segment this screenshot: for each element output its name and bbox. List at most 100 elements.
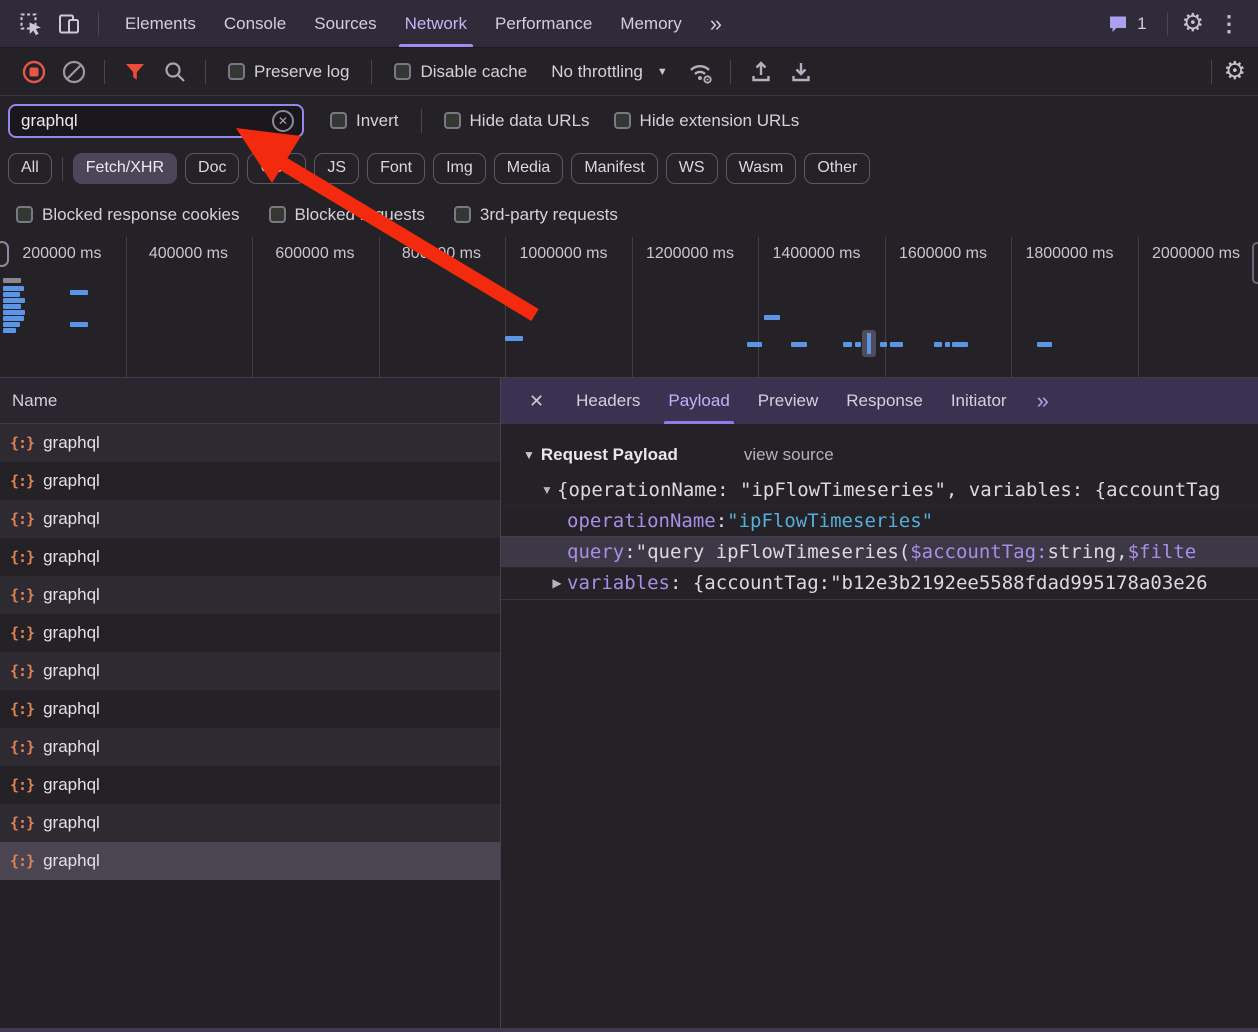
- view-source-link[interactable]: view source: [744, 445, 834, 465]
- table-row[interactable]: {:}graphql: [0, 690, 500, 728]
- timeline-scroll-handle[interactable]: [1252, 242, 1258, 284]
- request-payload-section[interactable]: ▼ Request Payload view source: [501, 436, 1258, 474]
- filter-chip-css[interactable]: CSS: [247, 153, 306, 184]
- blocked-response-cookies-checkbox[interactable]: [16, 206, 33, 223]
- filter-funnel-icon[interactable]: [117, 54, 153, 90]
- payload-row[interactable]: operationName: "ipFlowTimeseries": [501, 505, 1258, 536]
- filter-chip-doc[interactable]: Doc: [185, 153, 239, 184]
- timeline-bar[interactable]: [843, 342, 852, 347]
- filter-chip-js[interactable]: JS: [314, 153, 359, 184]
- tab-memory[interactable]: Memory: [606, 0, 695, 47]
- hide-data-urls-label: Hide data URLs: [470, 111, 590, 131]
- payload-row[interactable]: query: "query ipFlowTimeseries($accountT…: [501, 536, 1258, 567]
- network-conditions-icon[interactable]: [682, 54, 718, 90]
- 3rd-party-requests-checkbox[interactable]: [454, 206, 471, 223]
- timeline-bar[interactable]: [1037, 342, 1052, 347]
- timeline-bar[interactable]: [3, 328, 16, 333]
- filter-chip-fetch-xhr[interactable]: Fetch/XHR: [73, 153, 177, 184]
- table-row[interactable]: {:}graphql: [0, 766, 500, 804]
- device-toolbar-icon[interactable]: [52, 7, 86, 41]
- invert-checkbox[interactable]: [330, 112, 347, 129]
- timeline-bar[interactable]: [3, 298, 25, 303]
- timeline-bar[interactable]: [952, 342, 968, 347]
- record-network-log-icon[interactable]: [16, 54, 52, 90]
- timeline-left-grip[interactable]: [0, 241, 9, 267]
- timeline-bar[interactable]: [3, 316, 24, 321]
- detail-tab-headers[interactable]: Headers: [562, 378, 654, 424]
- table-row[interactable]: {:}graphql: [0, 576, 500, 614]
- table-row[interactable]: {:}graphql: [0, 728, 500, 766]
- more-detail-tabs-icon[interactable]: »: [1029, 388, 1055, 414]
- tab-console[interactable]: Console: [210, 0, 300, 47]
- tab-network[interactable]: Network: [391, 0, 481, 47]
- detail-tab-response[interactable]: Response: [832, 378, 937, 424]
- timeline-bar[interactable]: [791, 342, 807, 347]
- tab-sources[interactable]: Sources: [300, 0, 390, 47]
- export-har-icon[interactable]: [783, 54, 819, 90]
- payload-preview-row[interactable]: ▼ {operationName: "ipFlowTimeseries", va…: [501, 474, 1258, 505]
- table-row[interactable]: {:}graphql: [0, 842, 500, 880]
- timeline-bar[interactable]: [3, 310, 25, 315]
- table-row[interactable]: {:}graphql: [0, 538, 500, 576]
- table-row[interactable]: {:}graphql: [0, 462, 500, 500]
- clear-network-log-icon[interactable]: [56, 54, 92, 90]
- more-panels-icon[interactable]: »: [700, 11, 730, 37]
- disable-cache-checkbox[interactable]: [394, 63, 411, 80]
- table-row[interactable]: {:}graphql: [0, 804, 500, 842]
- timeline-bar[interactable]: [764, 315, 780, 320]
- filter-chip-font[interactable]: Font: [367, 153, 425, 184]
- timeline-bar[interactable]: [3, 292, 20, 297]
- filter-chip-all[interactable]: All: [8, 153, 52, 184]
- timeline-bar[interactable]: [3, 278, 21, 283]
- tab-performance[interactable]: Performance: [481, 0, 606, 47]
- tab-elements[interactable]: Elements: [111, 0, 210, 47]
- divider: [205, 60, 206, 84]
- throttling-select[interactable]: No throttling ▼: [551, 62, 668, 82]
- resource-type-filter-row: All Fetch/XHR Doc CSS JS Font Img MediaManifest…: [0, 145, 1258, 192]
- timeline-bar[interactable]: [505, 336, 523, 341]
- filter-input[interactable]: [21, 111, 272, 131]
- detail-tab-preview[interactable]: Preview: [744, 378, 832, 424]
- issues-button[interactable]: 1: [1100, 12, 1152, 36]
- hide-data-urls-checkbox[interactable]: [444, 112, 461, 129]
- payload-row[interactable]: ▶variables: {accountTag: "b12e3b2192ee55…: [501, 567, 1258, 598]
- hide-extension-urls-checkbox[interactable]: [614, 112, 631, 129]
- timeline-bar[interactable]: [880, 342, 887, 347]
- filter-input-wrapper: ✕: [8, 104, 304, 138]
- table-row[interactable]: {:}graphql: [0, 424, 500, 462]
- kebab-menu-icon[interactable]: ⋮: [1210, 13, 1248, 35]
- filter-chip-media[interactable]: Media: [494, 153, 564, 184]
- timeline-bar[interactable]: [945, 342, 950, 347]
- name-column-header[interactable]: Name: [0, 378, 500, 424]
- table-row[interactable]: {:}graphql: [0, 500, 500, 538]
- timeline-bar[interactable]: [70, 290, 88, 295]
- table-row[interactable]: {:}graphql: [0, 614, 500, 652]
- table-row[interactable]: {:}graphql: [0, 652, 500, 690]
- import-har-icon[interactable]: [743, 54, 779, 90]
- search-icon[interactable]: [157, 54, 193, 90]
- timeline-bar[interactable]: [934, 342, 942, 347]
- filter-chip-img[interactable]: Img: [433, 153, 486, 184]
- clear-filter-icon[interactable]: ✕: [272, 110, 294, 132]
- detail-tab-payload[interactable]: Payload: [654, 378, 743, 424]
- filter-chip-wasm[interactable]: Wasm: [726, 153, 797, 184]
- settings-gear-icon[interactable]: ⚙: [1182, 11, 1204, 36]
- preserve-log-checkbox[interactable]: [228, 63, 245, 80]
- network-settings-gear-icon[interactable]: ⚙: [1224, 59, 1246, 84]
- detail-tab-initiator[interactable]: Initiator: [937, 378, 1021, 424]
- timeline-bar[interactable]: [3, 304, 21, 309]
- timeline-bar[interactable]: [3, 286, 24, 291]
- filter-chip-ws[interactable]: WS: [666, 153, 718, 184]
- blocked-requests-checkbox[interactable]: [269, 206, 286, 223]
- timeline-bar[interactable]: [890, 342, 903, 347]
- timeline-selected-marker[interactable]: [862, 330, 876, 357]
- close-icon[interactable]: ✕: [519, 391, 554, 412]
- timeline-bar[interactable]: [855, 342, 861, 347]
- filter-chip-manifest[interactable]: Manifest: [571, 153, 657, 184]
- timeline-bar[interactable]: [70, 322, 88, 327]
- filter-chip-other[interactable]: Other: [804, 153, 870, 184]
- inspect-element-icon[interactable]: [14, 7, 48, 41]
- timeline-bar[interactable]: [3, 322, 20, 327]
- timeline-bar[interactable]: [747, 342, 762, 347]
- triangle-right-icon[interactable]: ▶: [547, 576, 567, 590]
